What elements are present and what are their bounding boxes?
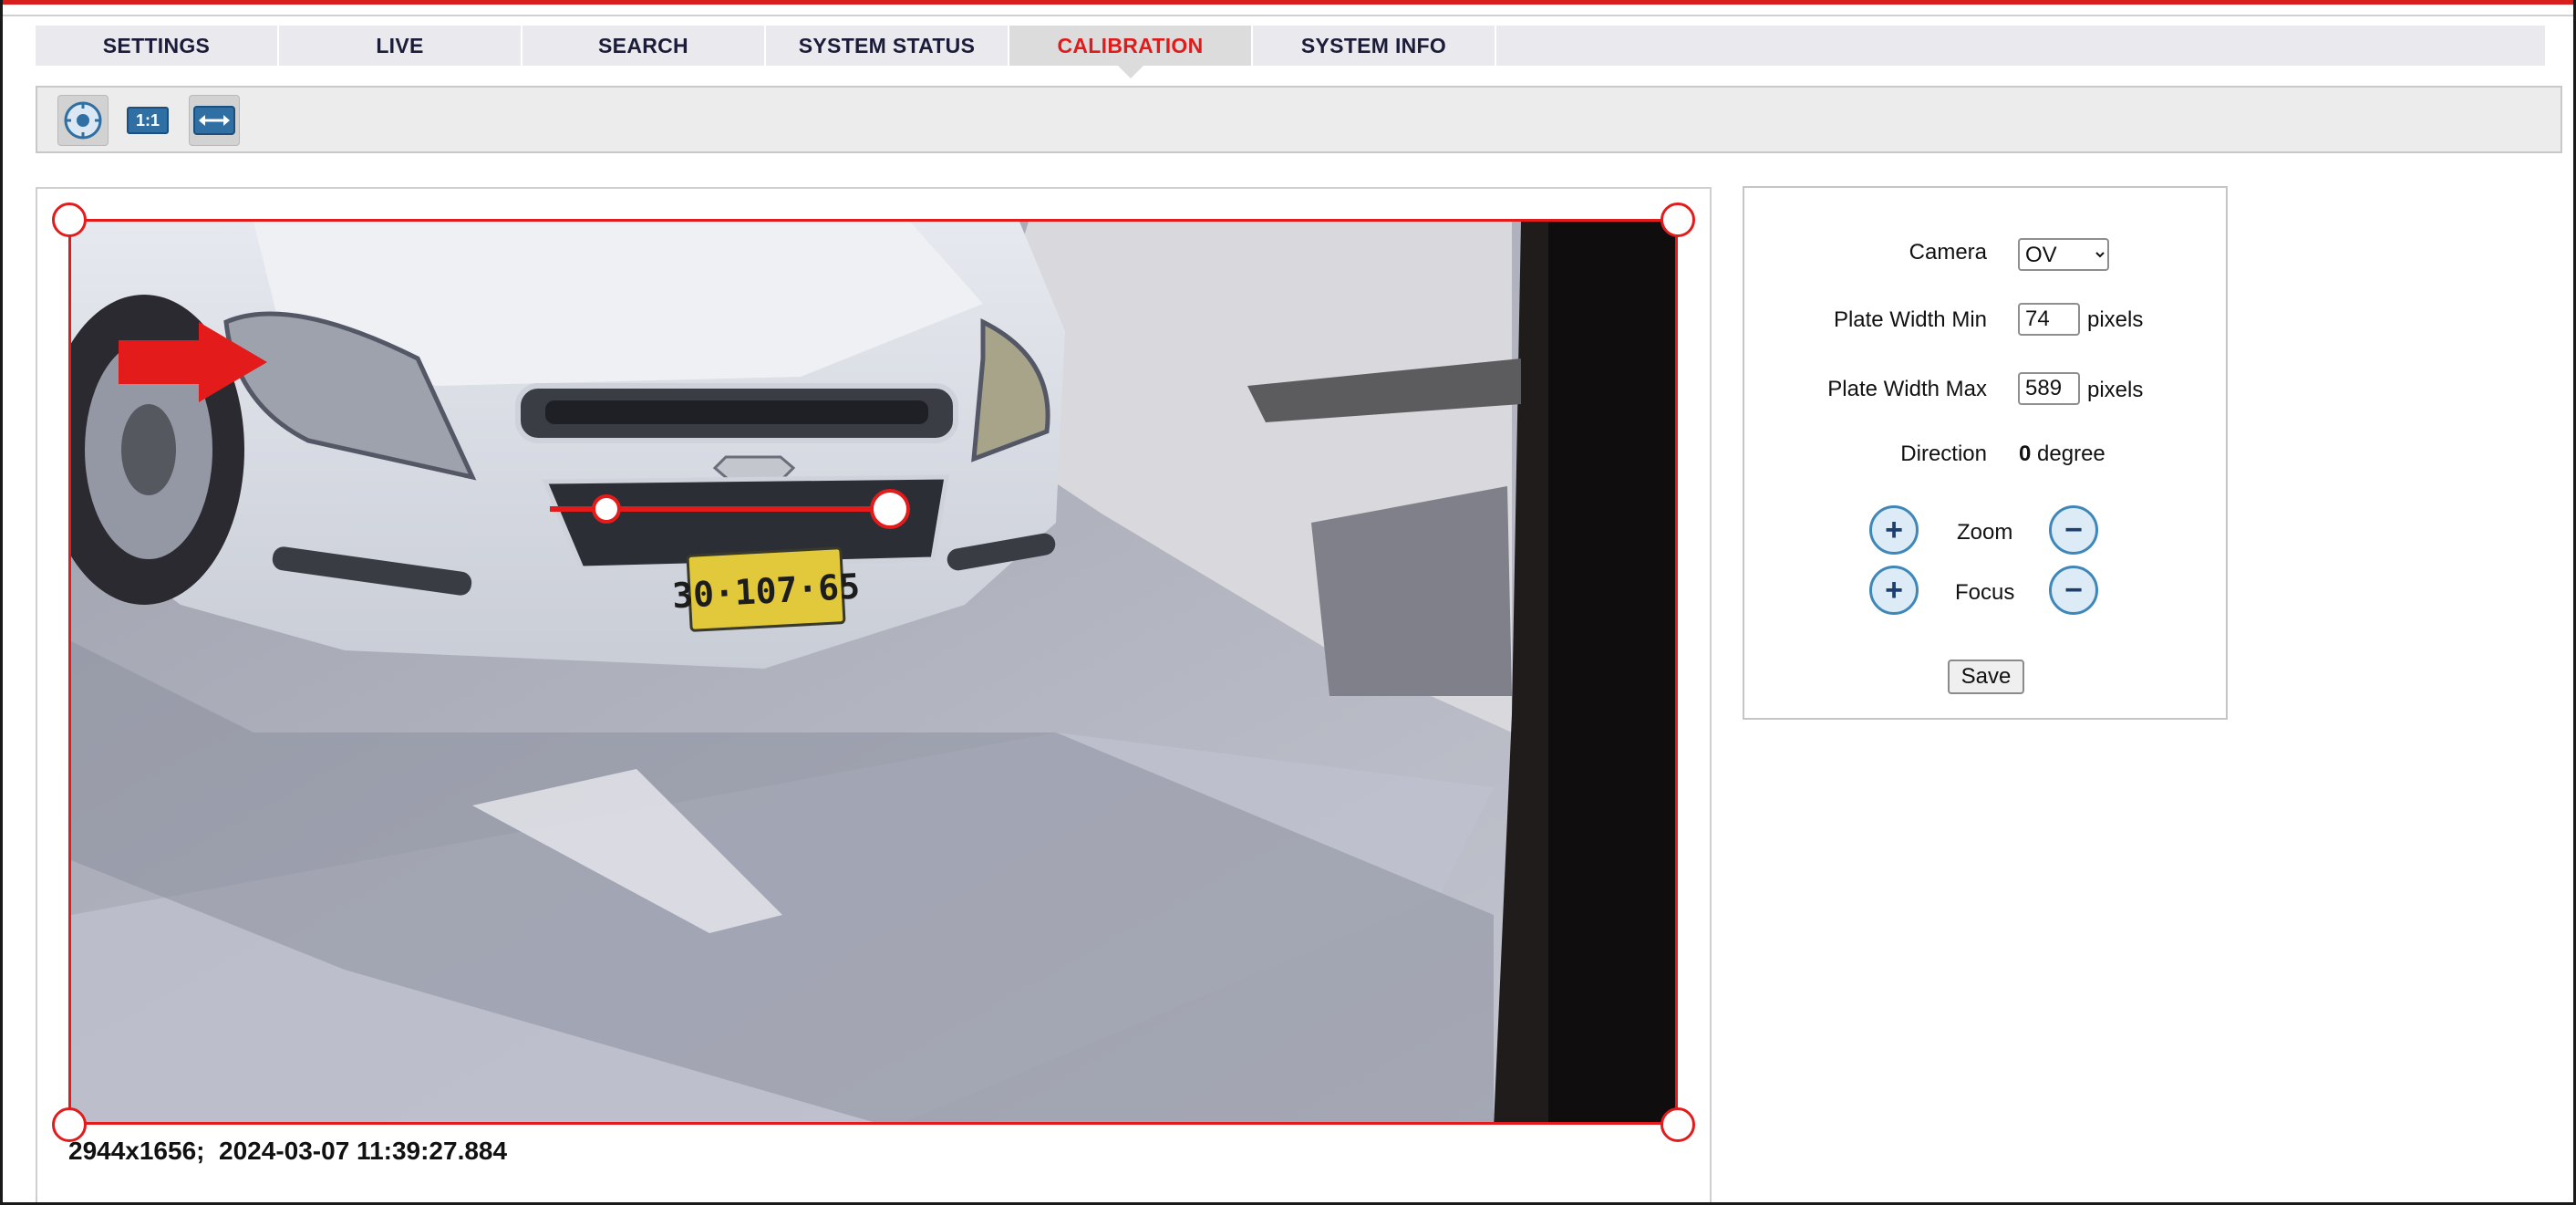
camera-image[interactable]: 30·107·65 [68,219,1678,1125]
focus-label: Focus [1955,580,2015,605]
image-status: 2944x1656; 2024-03-07 11:39:27.884 [68,1137,508,1165]
actual-size-icon: 1:1 [127,107,169,134]
plate-width-min-label: Plate Width Min [1833,307,1987,332]
tab-calibration[interactable]: CALIBRATION [1009,26,1253,78]
camera-label: Camera [1909,240,1987,265]
app-frame: SETTINGS LIVE SEARCH SYSTEM STATUS CALIB… [0,0,2576,1205]
camera-frame: 30·107·65 [71,222,1675,1122]
calibration-toolbar: 1:1 [36,86,2562,153]
actual-size-button[interactable]: 1:1 [122,95,173,146]
plate-width-max-unit: pixels [2087,378,2144,402]
plus-icon: + [1885,573,1903,608]
direction-value: 0 [2019,441,2032,466]
camera-select[interactable]: OV [2018,238,2109,271]
plate-width-min-unit: pixels [2087,307,2144,332]
focus-in-button[interactable]: + [1869,566,1919,615]
zoom-label: Zoom [1957,520,2013,545]
zoom-out-button[interactable]: − [2049,505,2098,555]
direction-unit: degree [2037,441,2105,466]
plate-width-max-input[interactable] [2018,372,2080,405]
minus-icon: − [2064,573,2083,608]
zoom-in-button[interactable]: + [1869,505,1919,555]
target-icon [64,101,102,140]
actual-size-label: 1:1 [135,110,160,130]
direction-readout: 0 degree [2019,441,2105,467]
tab-system-status[interactable]: SYSTEM STATUS [766,26,1009,66]
plus-icon: + [1885,513,1903,547]
fit-width-button[interactable] [189,95,240,146]
tab-live[interactable]: LIVE [279,26,522,66]
tab-system-info[interactable]: SYSTEM INFO [1253,26,1496,66]
roi-handle-top-right[interactable] [1660,203,1695,237]
direction-label: Direction [1900,441,1987,466]
target-tool-button[interactable] [57,95,109,146]
header-rule [3,0,2573,16]
fit-width-icon [193,106,235,135]
roi-handle-top-left[interactable] [52,203,87,237]
roi-handle-bottom-right[interactable] [1660,1107,1695,1142]
focus-out-button[interactable]: − [2049,566,2098,615]
plate-width-max-label: Plate Width Max [1827,377,1987,401]
tab-settings[interactable]: SETTINGS [36,26,279,66]
minus-icon: − [2064,513,2083,547]
calibration-settings-panel: Camera OV Plate Width Min pixels Plate W… [1743,186,2228,720]
tab-search[interactable]: SEARCH [522,26,766,66]
main-nav: SETTINGS LIVE SEARCH SYSTEM STATUS CALIB… [36,26,2545,78]
save-button[interactable]: Save [1948,660,2024,694]
plate-width-min-input[interactable] [2018,303,2080,336]
